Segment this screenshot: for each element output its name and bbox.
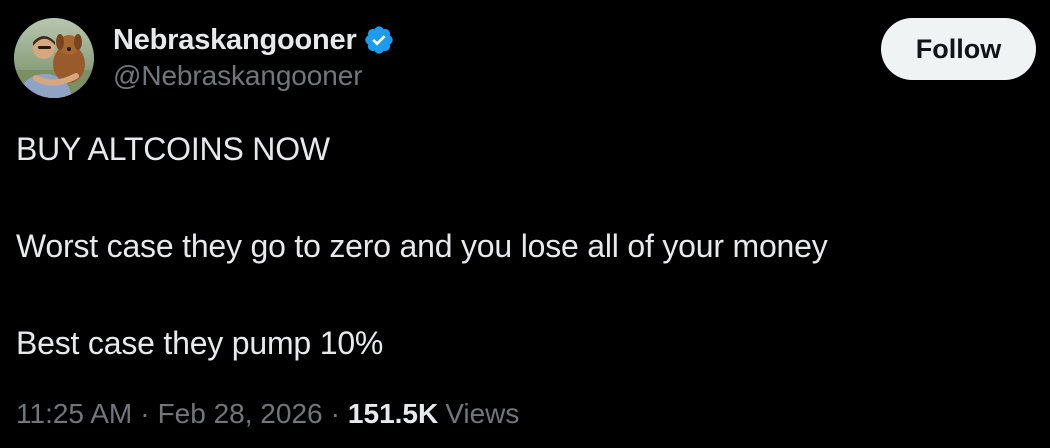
author-handle[interactable]: @Nebraskangooner xyxy=(113,60,395,92)
tweet-card: Nebraskangooner @Nebraskangooner Follow … xyxy=(0,0,1050,448)
verified-badge-icon xyxy=(363,24,395,56)
views-count[interactable]: 151.5K xyxy=(348,398,438,430)
follow-button[interactable]: Follow xyxy=(881,18,1036,80)
tweet-date[interactable]: Feb 28, 2026 xyxy=(158,398,323,430)
tweet-text-line: Worst case they go to zero and you lose … xyxy=(16,228,828,264)
tweet-meta: 11:25 AM · Feb 28, 2026 · 151.5K Views xyxy=(16,398,519,430)
tweet-time[interactable]: 11:25 AM xyxy=(16,398,132,430)
avatar[interactable] xyxy=(14,18,94,98)
author-names: Nebraskangooner @Nebraskangooner xyxy=(113,22,395,92)
meta-separator: · xyxy=(330,398,340,429)
tweet-header: Nebraskangooner @Nebraskangooner Follow xyxy=(14,18,1036,102)
display-name[interactable]: Nebraskangooner xyxy=(113,24,357,57)
display-name-row: Nebraskangooner xyxy=(113,22,395,58)
tweet-text-line: Best case they pump 10% xyxy=(16,325,384,361)
views-label: Views xyxy=(445,398,520,429)
meta-separator: · xyxy=(140,398,150,429)
avatar-photo xyxy=(14,18,94,98)
tweet-text-line: BUY ALTCOINS NOW xyxy=(16,131,330,167)
